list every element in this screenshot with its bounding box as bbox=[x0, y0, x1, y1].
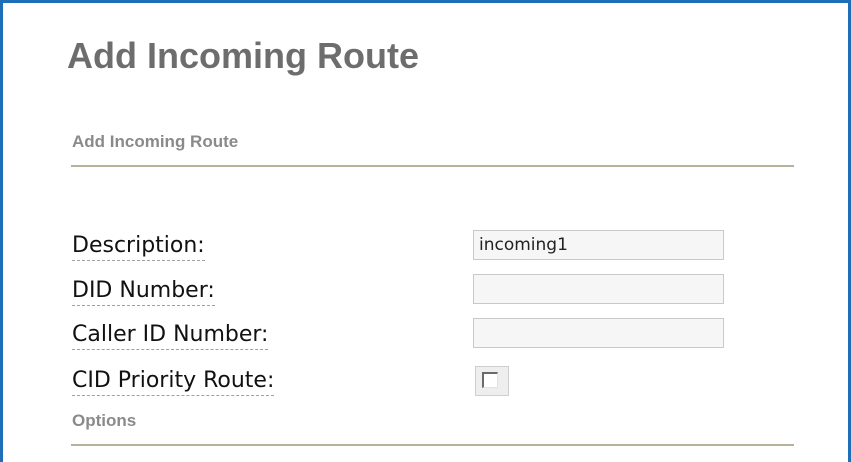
did-number-input[interactable] bbox=[473, 274, 724, 304]
caller-id-number-input[interactable] bbox=[473, 318, 724, 348]
route-form-frame: Add Incoming Route Add Incoming Route De… bbox=[0, 0, 851, 462]
section-heading-options: Options bbox=[72, 411, 137, 430]
checkbox-box[interactable] bbox=[482, 372, 498, 388]
cid-priority-route-label: CID Priority Route: bbox=[72, 367, 275, 396]
section-heading-add-incoming-route: Add Incoming Route bbox=[72, 132, 239, 151]
options-divider bbox=[71, 444, 794, 446]
page-title: Add Incoming Route bbox=[67, 35, 419, 76]
description-input[interactable] bbox=[473, 230, 724, 260]
cid-priority-route-checkbox[interactable] bbox=[475, 366, 509, 396]
caller-id-number-label: Caller ID Number: bbox=[72, 321, 269, 350]
did-number-label: DID Number: bbox=[72, 277, 215, 306]
section-divider bbox=[71, 165, 794, 167]
description-label: Description: bbox=[72, 232, 205, 261]
